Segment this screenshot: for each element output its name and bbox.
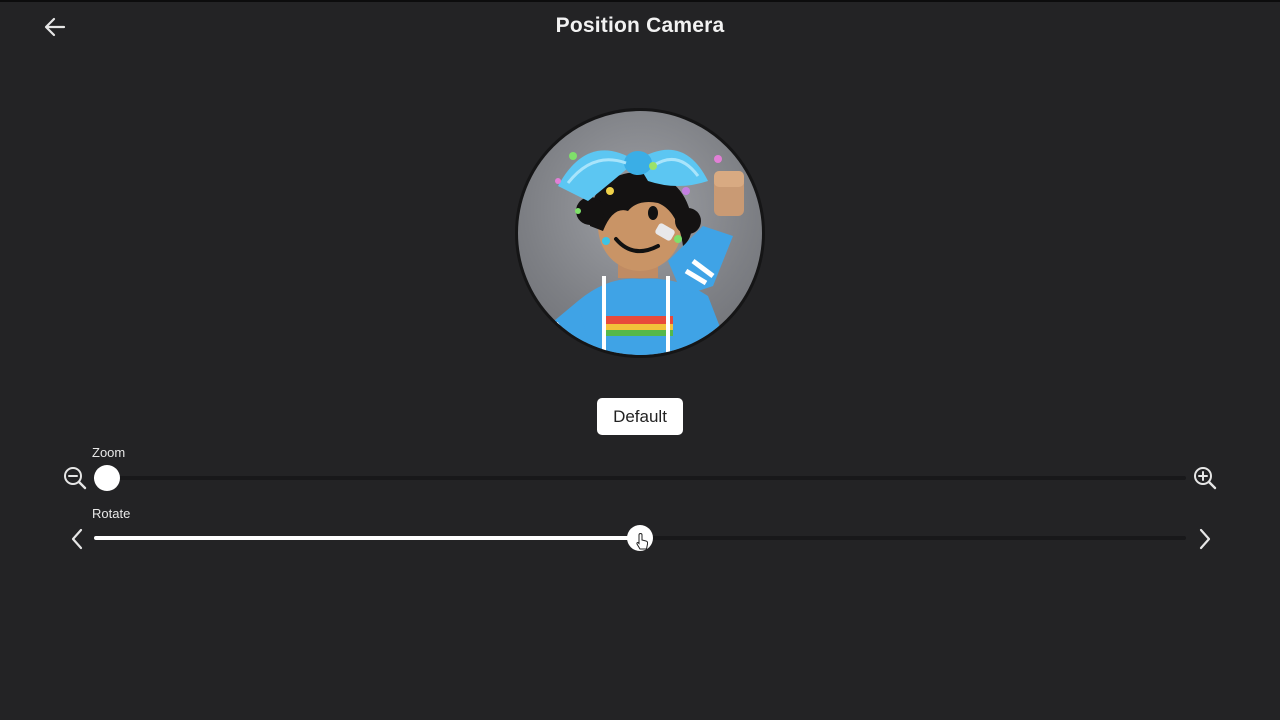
zoom-label: Zoom — [92, 445, 126, 460]
hand-cursor-icon — [636, 533, 649, 550]
rotate-label: Rotate — [92, 506, 131, 521]
page-title: Position Camera — [555, 14, 725, 37]
zoom-out-icon — [64, 467, 87, 490]
zoom-in-icon — [1194, 467, 1217, 490]
rotate-right-button[interactable] — [1190, 524, 1220, 554]
avatar-preview — [515, 108, 765, 358]
zoom-slider-thumb[interactable] — [94, 465, 120, 491]
zoom-in-button[interactable] — [1190, 463, 1220, 493]
rotate-slider-thumb[interactable] — [627, 525, 653, 551]
default-button[interactable]: Default — [597, 398, 683, 435]
rotate-left-button[interactable] — [62, 524, 92, 554]
chevron-right-icon — [1199, 528, 1211, 550]
chevron-left-icon — [71, 528, 83, 550]
zoom-out-button[interactable] — [60, 463, 90, 493]
top-divider — [0, 0, 1280, 2]
rotate-slider-fill — [94, 536, 640, 540]
rotate-slider-track[interactable] — [94, 525, 1186, 551]
position-camera-screen: Position Camera Default Zoom Rotate — [0, 0, 1280, 720]
zoom-slider-track[interactable] — [94, 465, 1186, 491]
avatar-headshot-image — [548, 149, 744, 355]
